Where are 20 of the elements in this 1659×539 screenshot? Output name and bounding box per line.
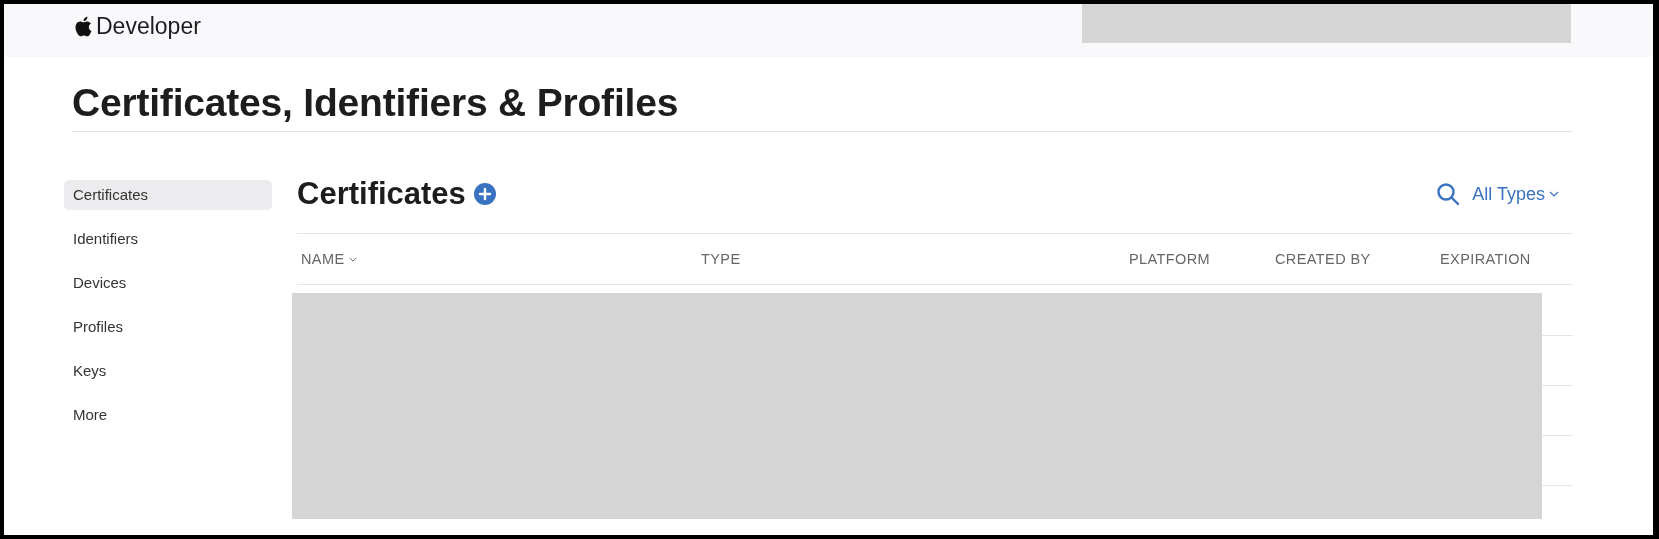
sidebar-item[interactable]: More bbox=[64, 400, 272, 430]
add-icon[interactable] bbox=[473, 183, 496, 205]
column-header: CREATED BY bbox=[1274, 251, 1372, 267]
section-title: Certificates bbox=[297, 176, 466, 212]
caret-icon bbox=[1549, 191, 1559, 197]
brand-name[interactable]: Developer bbox=[96, 13, 201, 40]
sidebar-item[interactable]: Profiles bbox=[64, 312, 272, 342]
apple-logo-icon[interactable] bbox=[74, 16, 92, 37]
page-title: Certificates, Identifiers & Profiles bbox=[72, 81, 680, 125]
sidebar-item[interactable]: Identifiers bbox=[64, 224, 272, 254]
type-filter-dropdown[interactable]: All Types bbox=[1472, 183, 1559, 205]
column-header: EXPIRATION bbox=[1439, 251, 1532, 267]
column-header: PLATFORM bbox=[1128, 251, 1212, 267]
search-icon[interactable] bbox=[1436, 182, 1461, 206]
column-header[interactable]: NAME bbox=[297, 251, 697, 267]
sidebar-item[interactable]: Devices bbox=[64, 268, 272, 298]
column-header: TYPE bbox=[700, 251, 742, 267]
sidebar-item[interactable]: Certificates bbox=[64, 180, 272, 210]
sort-caret-icon bbox=[348, 256, 357, 262]
sidebar-item[interactable]: Keys bbox=[64, 356, 272, 386]
